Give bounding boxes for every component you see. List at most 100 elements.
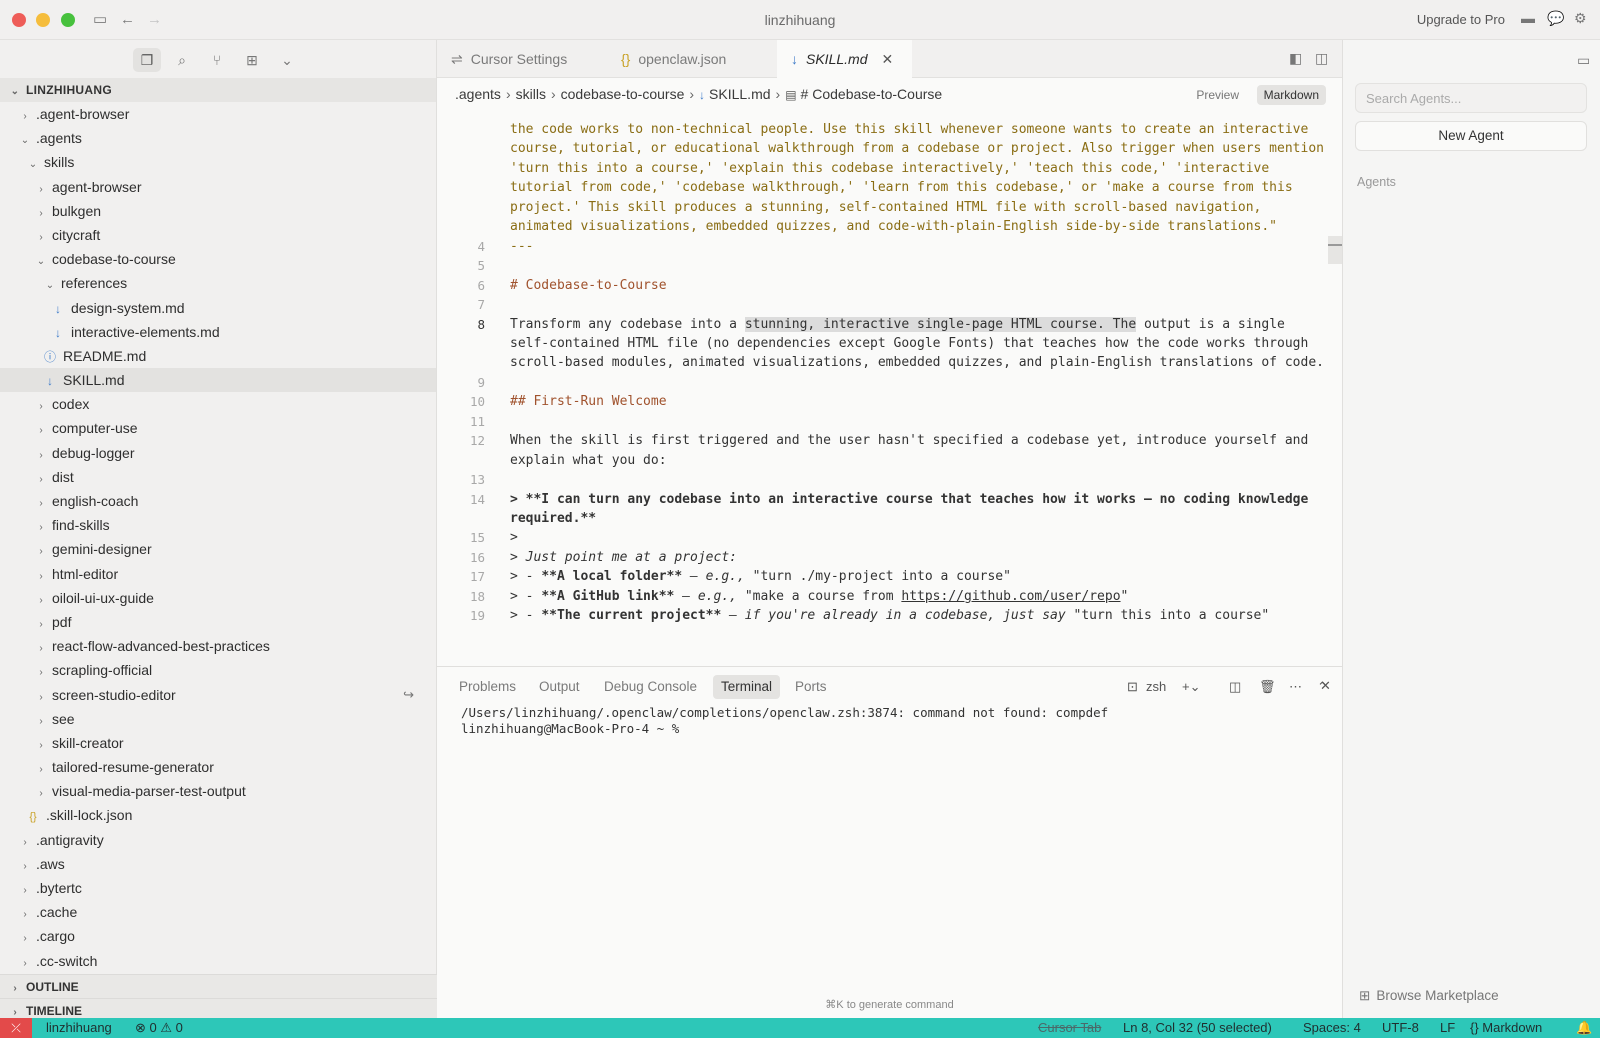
chevron-right-icon: › xyxy=(505,86,511,102)
terminal-prompt-line[interactable]: linzhihuang@MacBook-Pro-4 ~ % xyxy=(461,721,679,736)
source-control-icon[interactable]: ⑂ xyxy=(203,48,231,72)
tree-folder[interactable]: › .antigravity xyxy=(0,828,436,852)
tree-folder[interactable]: › .cache xyxy=(0,900,436,924)
split-editor-icon[interactable]: ◫ xyxy=(1315,50,1328,67)
tree-file[interactable]: ⓘ README.md xyxy=(0,344,436,368)
tab-cursor-settings[interactable]: ⇌ Cursor Settings xyxy=(437,40,607,78)
markdown-button[interactable]: Markdown xyxy=(1256,85,1326,105)
more-actions-icon[interactable]: ⋯ xyxy=(1289,679,1302,695)
tree-folder[interactable]: › debug-logger xyxy=(0,441,436,465)
breadcrumb-item[interactable]: .agents xyxy=(455,86,501,102)
close-icon[interactable]: ✕ xyxy=(881,51,893,67)
breadcrumb: .agents › skills › codebase-to-course › ↓ SKILL… xyxy=(455,86,942,102)
tree-file[interactable]: ↓ interactive-elements.md xyxy=(0,320,436,344)
toggle-agents-panel-icon[interactable]: ▭ xyxy=(1577,52,1590,69)
eol-status[interactable]: LF xyxy=(1440,1020,1455,1035)
tree-folder[interactable]: › react-flow-advanced-best-practices xyxy=(0,634,436,658)
chevron-down-icon[interactable]: ⌄ xyxy=(273,48,301,72)
scrollbar[interactable] xyxy=(1328,236,1342,264)
tree-folder[interactable]: › find-skills xyxy=(0,513,436,537)
tree-folder[interactable]: ⌄ skills xyxy=(0,150,436,174)
outline-section[interactable]: › OUTLINE xyxy=(0,974,437,998)
tree-folder[interactable]: › .cc-switch xyxy=(0,949,436,973)
tree-folder[interactable]: › tailored-resume-generator xyxy=(0,755,436,779)
search-icon[interactable]: ⌕ xyxy=(168,48,196,72)
tree-folder[interactable]: › bulkgen xyxy=(0,199,436,223)
gear-icon[interactable]: ⚙ xyxy=(1574,10,1587,27)
breadcrumb-item[interactable]: codebase-to-course xyxy=(561,86,685,102)
code-link[interactable]: https://github.com/user/repo xyxy=(901,589,1120,604)
tree-folder[interactable]: › .bytertc xyxy=(0,876,436,900)
preview-button[interactable]: Preview xyxy=(1190,86,1245,104)
breadcrumb-item[interactable]: SKILL.md xyxy=(709,86,770,102)
problems-counter[interactable]: ⊗ 0 ⚠ 0 xyxy=(135,1020,183,1036)
panel-layout-icon[interactable]: ▬ xyxy=(1521,10,1535,26)
tree-folder[interactable]: › html-editor xyxy=(0,562,436,586)
tree-folder[interactable]: › agent-browser xyxy=(0,175,436,199)
tree-folder[interactable]: ⌄ codebase-to-course xyxy=(0,247,436,271)
account-name[interactable]: linzhihuang xyxy=(46,1020,112,1035)
tree-folder[interactable]: › visual-media-parser-test-output xyxy=(0,779,436,803)
explorer-files-icon[interactable]: ❐ xyxy=(133,48,161,72)
breadcrumb-item[interactable]: skills xyxy=(516,86,546,102)
panel-tab-ports[interactable]: Ports xyxy=(787,675,835,699)
tree-folder[interactable]: › see xyxy=(0,707,436,731)
code-text: > - xyxy=(510,608,542,624)
panel-tab-output[interactable]: Output xyxy=(531,675,588,699)
tree-folder[interactable]: › dist xyxy=(0,465,436,489)
panel-tab-terminal[interactable]: Terminal xyxy=(713,675,781,699)
trash-icon[interactable]: 🗑 xyxy=(1259,679,1276,695)
cursor-position[interactable]: Ln 8, Col 32 (50 selected) xyxy=(1123,1020,1272,1035)
chat-icon[interactable]: 💬 xyxy=(1547,10,1564,27)
tree-file[interactable]: {} .skill-lock.json xyxy=(0,803,436,827)
tree-folder[interactable]: › scrapling-official xyxy=(0,658,436,682)
tree-folder[interactable]: › .aws xyxy=(0,852,436,876)
add-terminal-icon[interactable]: +⌄ xyxy=(1182,679,1200,695)
panel-tab-debug-console[interactable]: Debug Console xyxy=(596,675,705,699)
tree-folder[interactable]: › pdf xyxy=(0,610,436,634)
tree-folder[interactable]: › computer-use xyxy=(0,416,436,440)
tree-folder[interactable]: ⌄ .agents xyxy=(0,126,436,150)
language-mode[interactable]: {} Markdown xyxy=(1470,1020,1542,1035)
tree-root-folder[interactable]: ⌄ LINZHIHUANG xyxy=(0,78,436,102)
breadcrumb-item[interactable]: # Codebase-to-Course xyxy=(801,86,943,102)
search-agents-input[interactable]: Search Agents... xyxy=(1355,83,1587,113)
browse-marketplace-link[interactable]: ⊞ Browse Marketplace xyxy=(1359,988,1499,1004)
code-text: > - xyxy=(510,569,542,585)
bottom-panel: Problems Output Debug Console Terminal P… xyxy=(437,666,1342,1018)
tree-item-label: html-editor xyxy=(52,565,119,582)
tree-file[interactable]: ↓ design-system.md xyxy=(0,296,436,320)
tree-folder[interactable]: › .cargo xyxy=(0,924,436,948)
tab-openclaw-json[interactable]: {} openclaw.json xyxy=(607,40,762,78)
markdown-file-icon: ↓ xyxy=(791,51,798,67)
tab-label: Cursor Settings xyxy=(470,51,568,67)
new-agent-button[interactable]: New Agent xyxy=(1355,121,1587,151)
bell-icon[interactable]: 🔔 xyxy=(1576,1020,1592,1036)
tree-folder[interactable]: ⌄ references xyxy=(0,271,436,295)
tab-skill-md[interactable]: ↓ SKILL.md ✕ xyxy=(777,40,912,78)
marketplace-icon: ⊞ xyxy=(1359,988,1371,1003)
open-preview-icon[interactable]: ◧ xyxy=(1289,50,1302,67)
tree-file[interactable]: ↓ SKILL.md xyxy=(0,368,436,393)
panel-tab-problems[interactable]: Problems xyxy=(451,675,524,699)
remote-icon[interactable]: ⤫ xyxy=(0,1018,32,1038)
encoding-status[interactable]: UTF-8 xyxy=(1382,1020,1419,1035)
tree-folder[interactable]: › codex xyxy=(0,392,436,416)
tree-folder[interactable]: › .agent-browser xyxy=(0,102,436,126)
tree-folder[interactable]: › english-coach xyxy=(0,489,436,513)
close-panel-icon[interactable]: ✕ xyxy=(1320,678,1331,694)
code-text: output is a single xyxy=(1136,316,1285,332)
tree-folder[interactable]: › citycraft xyxy=(0,223,436,247)
code-line: required.** xyxy=(510,511,597,526)
cursor-tab-status[interactable]: Cursor Tab xyxy=(1038,1020,1101,1035)
code-editor[interactable]: the code works to non-technical people. … xyxy=(437,118,1342,666)
tree-folder[interactable]: › oiloil-ui-ux-guide xyxy=(0,586,436,610)
extensions-icon[interactable]: ⊞ xyxy=(238,48,266,72)
split-terminal-icon[interactable]: ◫ xyxy=(1229,679,1241,695)
shell-name[interactable]: zsh xyxy=(1146,679,1166,694)
tree-folder[interactable]: › skill-creator xyxy=(0,731,436,755)
indentation-status[interactable]: Spaces: 4 xyxy=(1303,1020,1361,1035)
upgrade-to-pro-link[interactable]: Upgrade to Pro xyxy=(1417,12,1505,27)
tree-folder[interactable]: › screen-studio-editor ↪ xyxy=(0,683,436,707)
tree-folder[interactable]: › gemini-designer xyxy=(0,537,436,561)
